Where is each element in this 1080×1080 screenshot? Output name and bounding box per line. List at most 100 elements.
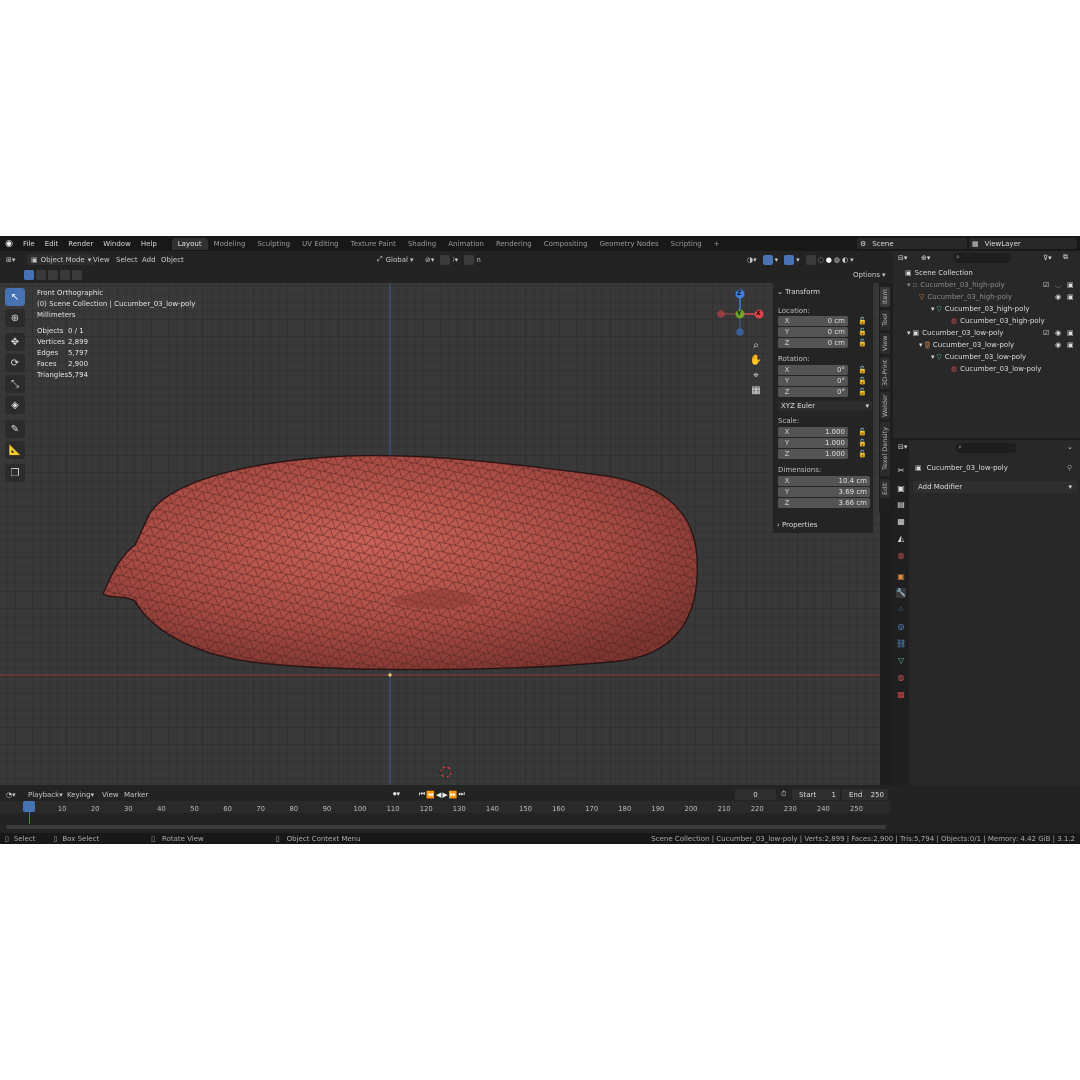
wireframe-shading-icon[interactable]: ◌: [818, 256, 824, 264]
tab-sculpting[interactable]: Sculpting: [251, 238, 296, 250]
particles-tab-icon[interactable]: ⁘: [896, 605, 906, 615]
chevron-down-icon[interactable]: ⌄: [1067, 443, 1073, 451]
select-extend-icon[interactable]: [36, 269, 46, 280]
camera-icon[interactable]: ▣: [1067, 329, 1074, 337]
menu-edit[interactable]: Edit: [40, 240, 64, 248]
select-difference-icon[interactable]: [60, 269, 70, 280]
outliner-funnel-icon[interactable]: ⊽▾: [1043, 252, 1052, 263]
output-tab-icon[interactable]: ▤: [896, 500, 906, 510]
snap-options-icon[interactable]: ⁝▾: [452, 256, 458, 264]
transform-tool-icon[interactable]: ◈: [5, 396, 25, 414]
texture-tab-icon[interactable]: ▩: [896, 690, 906, 700]
tab-shading[interactable]: Shading: [402, 238, 442, 250]
scale-z-field[interactable]: Z 1.000: [778, 449, 848, 459]
rotation-y-field[interactable]: Y 0°: [778, 376, 848, 386]
jump-end-icon[interactable]: ⏭: [459, 790, 466, 799]
tab-texel-density[interactable]: Texel Density: [880, 422, 890, 476]
outliner-row-highpoly-material[interactable]: ◍ Cucumber_03_high-poly: [951, 315, 1045, 326]
pivot-snap-icons[interactable]: ⊘▾ ⁝▾ ∩: [425, 254, 481, 265]
jump-start-icon[interactable]: ⏮: [419, 790, 426, 799]
scale-tool-icon[interactable]: ⤡: [5, 375, 25, 393]
scene-selector[interactable]: ⚙ Scene: [857, 238, 967, 249]
outliner-search-input[interactable]: ⌕: [953, 253, 1011, 263]
grid-view-icon[interactable]: ▦: [749, 385, 763, 400]
pivot-icon[interactable]: ⊘▾: [425, 256, 434, 264]
select-intersect-icon[interactable]: [72, 269, 82, 280]
menu-help[interactable]: Help: [136, 240, 162, 248]
menu-window[interactable]: Window: [98, 240, 136, 248]
timeline-scrollbar[interactable]: [6, 825, 886, 829]
material-tab-icon[interactable]: ◍: [896, 673, 906, 683]
tab-edit[interactable]: Edit: [880, 479, 890, 498]
eye-icon[interactable]: ◉: [1055, 293, 1061, 301]
outliner-row-highpoly-object[interactable]: ▽ Cucumber_03_high-poly ◉ ▣: [919, 291, 1077, 302]
visibility-icon[interactable]: ◑▾: [747, 256, 757, 264]
properties-search-input[interactable]: ⌕: [955, 443, 1017, 453]
select-box-tool-icon[interactable]: ↖: [5, 288, 25, 306]
add-cube-tool-icon[interactable]: ❒: [5, 464, 25, 482]
record-button-icon[interactable]: ⏺▾: [393, 789, 400, 800]
solid-shading-icon[interactable]: ●: [826, 256, 832, 264]
lock-icon[interactable]: 🔓: [858, 428, 867, 436]
rendered-shading-icon[interactable]: ◐: [842, 256, 848, 264]
tab-welder[interactable]: Welder: [880, 392, 890, 419]
rotation-mode-dropdown[interactable]: XYZ Euler ▾: [778, 401, 872, 411]
pan-hand-icon[interactable]: ✋: [749, 355, 763, 370]
tab-3d-print[interactable]: 3D-Print: [880, 357, 890, 389]
blender-logo-icon[interactable]: ◉: [0, 239, 18, 249]
menu-view[interactable]: View: [93, 254, 110, 265]
cucumber-mesh[interactable]: [102, 454, 698, 671]
outliner-row-scene-collection[interactable]: ▣ Scene Collection: [905, 267, 973, 278]
rotation-z-field[interactable]: Z 0°: [778, 387, 848, 397]
shading-options-icon[interactable]: ▾: [850, 256, 854, 264]
add-workspace-button[interactable]: +: [708, 238, 726, 250]
scene-tab-icon[interactable]: ◭: [896, 534, 906, 544]
menu-object[interactable]: Object: [161, 254, 184, 265]
gizmo-toggle-icon[interactable]: [762, 254, 773, 265]
menu-render[interactable]: Render: [63, 240, 98, 248]
material-shading-icon[interactable]: ◍: [834, 256, 840, 264]
outliner-row-highpoly-mesh[interactable]: ▾ ▽ Cucumber_03_high-poly: [931, 303, 1029, 314]
outliner-row-lowpoly-object[interactable]: ▾ ▽ Cucumber_03_low-poly ◉ ▣: [919, 339, 1077, 350]
timeline-menu-view[interactable]: View: [102, 789, 119, 800]
tab-geometry-nodes[interactable]: Geometry Nodes: [594, 238, 665, 250]
proportional-edit-icon[interactable]: [464, 254, 475, 265]
mode-dropdown[interactable]: ▣ Object Mode ▾: [27, 254, 96, 265]
tab-uv-editing[interactable]: UV Editing: [296, 238, 345, 250]
lock-icon[interactable]: 🔓: [858, 317, 867, 325]
constraints-tab-icon[interactable]: ⛓: [896, 639, 906, 649]
tab-scripting[interactable]: Scripting: [665, 238, 708, 250]
zoom-icon[interactable]: ⌕: [749, 340, 763, 355]
falloff-icon[interactable]: ∩: [476, 256, 481, 264]
add-modifier-dropdown[interactable]: Add Modifier ▾: [913, 481, 1077, 493]
location-z-field[interactable]: Z 0 cm: [778, 338, 848, 348]
properties-editor-icon[interactable]: ⊟▾: [898, 443, 907, 451]
orientation-dropdown[interactable]: ⤢ Global ▾: [377, 254, 413, 265]
lock-icon[interactable]: 🔓: [858, 377, 867, 385]
location-x-field[interactable]: X 0 cm: [778, 316, 848, 326]
eye-icon[interactable]: ◉: [1055, 341, 1061, 349]
dimensions-x-field[interactable]: X 10.4 cm: [778, 476, 870, 486]
gizmo-options-icon[interactable]: ▾: [775, 256, 779, 264]
render-tab-icon[interactable]: ▣: [896, 484, 906, 494]
start-frame-field[interactable]: Start 1: [792, 789, 840, 800]
overlay-options-icon[interactable]: ▾: [796, 256, 800, 264]
physics-tab-icon[interactable]: ◎: [896, 622, 906, 632]
select-subtract-icon[interactable]: [48, 269, 58, 280]
outliner-row-lowpoly-material[interactable]: ◍ Cucumber_03_low-poly: [951, 363, 1041, 374]
playhead[interactable]: [23, 801, 35, 812]
snap-icon[interactable]: [440, 254, 451, 265]
view-layer-selector[interactable]: ▦ ViewLayer: [969, 238, 1077, 249]
tab-modeling[interactable]: Modeling: [208, 238, 252, 250]
prev-keyframe-icon[interactable]: ⏪: [426, 791, 436, 799]
camera-icon[interactable]: ▣: [1067, 341, 1074, 349]
menu-select[interactable]: Select: [116, 254, 138, 265]
select-new-icon[interactable]: [24, 269, 34, 280]
checkbox-icon[interactable]: ☑: [1043, 281, 1049, 289]
scale-x-field[interactable]: X 1.000: [778, 427, 848, 437]
camera-icon[interactable]: ▣: [1067, 281, 1074, 289]
current-frame-field[interactable]: 0: [735, 789, 776, 800]
options-dropdown[interactable]: Options ▾: [853, 269, 886, 280]
view-layer-tab-icon[interactable]: ▦: [896, 517, 906, 527]
camera-icon[interactable]: ▣: [1067, 293, 1074, 301]
